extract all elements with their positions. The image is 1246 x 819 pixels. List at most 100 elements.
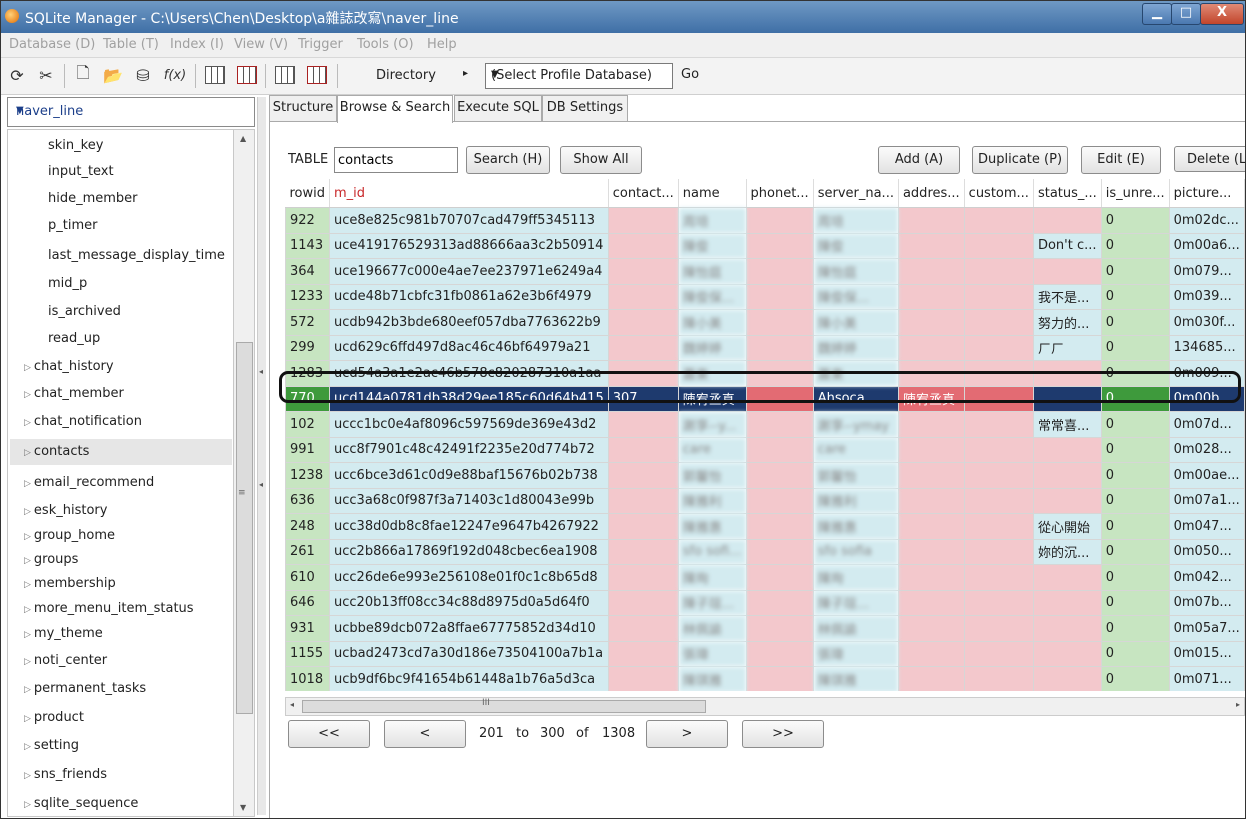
cell-picture[interactable]: 0m042... xyxy=(1168,564,1245,591)
tree-column-item[interactable]: hide_member xyxy=(48,191,138,206)
cell-p[interactable]: /( xyxy=(1243,487,1245,514)
cell-name[interactable]: 張瑋 xyxy=(677,640,747,667)
maximize-button[interactable]: □ xyxy=(1171,3,1201,25)
cell-phonet[interactable] xyxy=(745,487,814,514)
cell-server[interactable]: 林佩諭 xyxy=(812,615,899,642)
cell-phonet[interactable] xyxy=(745,207,814,234)
menu-view[interactable]: View (V) xyxy=(234,37,288,52)
cell-name[interactable]: 陳俊 xyxy=(677,232,747,259)
table-row[interactable]: 102 uccc1bc0e4af8096c597569de369e43d2 謝享--… xyxy=(285,411,1245,438)
cell-p[interactable]: /( xyxy=(1243,589,1245,616)
cell-server[interactable]: 陳雅利 xyxy=(812,487,899,514)
menu-tools[interactable]: Tools (O) xyxy=(357,37,414,52)
tab-structure[interactable]: Structure xyxy=(269,95,337,121)
add-button[interactable]: Add (A) xyxy=(878,146,960,174)
table-row[interactable]: 646 ucc20b13ff08cc34c88d8975d0a5d64f0 陳子瑄.… xyxy=(285,589,1245,616)
first-page-button[interactable]: << xyxy=(288,720,370,748)
cell-contact[interactable] xyxy=(607,207,679,234)
directory-arrow-icon[interactable]: ▸ xyxy=(463,68,468,79)
cell-custom[interactable] xyxy=(963,666,1034,691)
cell-rowid[interactable]: 646 xyxy=(285,589,331,616)
cell-rowid[interactable]: 1238 xyxy=(285,462,331,489)
minimize-button[interactable]: ▁ xyxy=(1142,3,1172,25)
cell-p[interactable]: /( xyxy=(1243,283,1245,310)
menu-help[interactable]: Help xyxy=(427,37,457,52)
cell-status[interactable] xyxy=(1032,385,1102,412)
cell-contact[interactable] xyxy=(607,309,679,336)
cell-addr[interactable] xyxy=(897,666,965,691)
tools-icon[interactable]: ✂ xyxy=(34,63,58,87)
cell-phonet[interactable] xyxy=(745,589,814,616)
cell-addr[interactable] xyxy=(897,232,965,259)
cell-unread[interactable]: 0 xyxy=(1100,615,1170,642)
cell-m_id[interactable]: ucd144a0781db38d29ee185c60d64b415 xyxy=(329,385,609,412)
cell-server[interactable]: 周培 xyxy=(812,207,899,234)
cell-picture[interactable]: 0m050... xyxy=(1168,538,1245,565)
cell-rowid[interactable]: 991 xyxy=(285,436,331,463)
cell-unread[interactable]: 0 xyxy=(1100,462,1170,489)
cell-m_id[interactable]: ucc6bce3d61c0d9e88baf15676b02b738 xyxy=(329,462,609,489)
new-database-icon[interactable]: 🗋 xyxy=(71,63,95,87)
duplicate-button[interactable]: Duplicate (P) xyxy=(972,146,1068,174)
cell-addr[interactable] xyxy=(897,462,965,489)
scroll-left-icon[interactable]: ◂ xyxy=(290,700,294,709)
show-all-button[interactable]: Show All xyxy=(560,146,642,174)
cell-phonet[interactable] xyxy=(745,334,814,361)
cell-rowid[interactable]: 261 xyxy=(285,538,331,565)
cell-p[interactable]: /( xyxy=(1243,309,1245,336)
create-table-icon[interactable] xyxy=(203,63,227,87)
cell-rowid[interactable]: 1233 xyxy=(285,283,331,310)
tree-table-item[interactable]: ▷ setting xyxy=(24,738,79,753)
cell-server[interactable]: 陳子瑄... xyxy=(812,589,899,616)
table-name-input[interactable] xyxy=(338,150,454,170)
cell-picture[interactable]: 0m00a6... xyxy=(1168,232,1245,259)
cell-phonet[interactable] xyxy=(745,513,814,540)
cell-custom[interactable] xyxy=(963,207,1034,234)
tree-column-item[interactable]: input_text xyxy=(48,164,114,179)
cell-addr[interactable] xyxy=(897,207,965,234)
cell-unread[interactable]: 0 xyxy=(1100,309,1170,336)
cell-p[interactable]: /( xyxy=(1243,615,1245,642)
cell-unread[interactable]: 0 xyxy=(1100,589,1170,616)
cell-contact[interactable]: 307 xyxy=(607,385,679,412)
drop-index-icon[interactable] xyxy=(305,63,329,87)
tree-table-item[interactable]: ▷ chat_member xyxy=(24,386,124,401)
cell-m_id[interactable]: ucbbe89dcb072a8ffae67775852d34d10 xyxy=(329,615,609,642)
tree-table-item[interactable]: ▷ noti_center xyxy=(24,653,107,668)
cell-m_id[interactable]: uce8e825c981b70707cad479ff5345113 xyxy=(329,207,609,234)
cell-name[interactable]: 陳宥丞真 xyxy=(677,385,747,412)
cell-p[interactable]: /( xyxy=(1243,360,1245,387)
cell-picture[interactable]: 0m028... xyxy=(1168,436,1245,463)
menu-trigger[interactable]: Trigger xyxy=(298,37,343,52)
cell-m_id[interactable]: ucb9df6bc9f41654b61448a1b76a5d3ca xyxy=(329,666,609,691)
cell-server[interactable]: care xyxy=(812,436,899,463)
table-row[interactable]: 770 ucd144a0781db38d29ee185c60d64b415 307 陳… xyxy=(285,385,1245,412)
cell-phonet[interactable] xyxy=(745,411,814,438)
cell-phonet[interactable] xyxy=(745,232,814,259)
cell-picture[interactable]: 0m047... xyxy=(1168,513,1245,540)
tree-column-item[interactable]: skin_key xyxy=(48,138,103,153)
tree-column-item[interactable]: mid_p xyxy=(48,276,87,291)
tree-table-item[interactable]: ▷ group_home xyxy=(24,528,115,543)
cell-p[interactable]: /( xyxy=(1243,207,1245,234)
table-row[interactable]: 1155 ucbad2473cd7a30d186e73504100a7b1a 張瑋 張… xyxy=(285,640,1245,667)
open-database-icon[interactable]: 📂 xyxy=(101,63,125,87)
cell-rowid[interactable]: 299 xyxy=(285,334,331,361)
cell-server[interactable]: 陳小美 xyxy=(812,309,899,336)
database-select[interactable]: naver_line ▼ xyxy=(7,97,255,127)
tree-table-item[interactable]: ▷ sns_friends xyxy=(24,767,107,782)
cell-name[interactable]: 陳俊保... xyxy=(677,283,747,310)
cell-custom[interactable] xyxy=(963,589,1034,616)
cell-phonet[interactable] xyxy=(745,564,814,591)
search-button[interactable]: Search (H) xyxy=(466,146,550,174)
cell-p[interactable]: /( xyxy=(1243,640,1245,667)
cell-contact[interactable] xyxy=(607,640,679,667)
cell-addr[interactable] xyxy=(897,283,965,310)
cell-m_id[interactable]: ucc3a68c0f987f3a71403c1d80043e99b xyxy=(329,487,609,514)
menu-database[interactable]: Database (D) xyxy=(9,37,95,52)
tree-table-item[interactable]: ▷ chat_notification xyxy=(24,414,142,429)
tree-scrollbar[interactable]: ▲ ≡ ▼ xyxy=(233,129,255,817)
cell-phonet[interactable] xyxy=(745,640,814,667)
tree-table-item-selected[interactable]: ▷ contacts xyxy=(10,439,232,465)
cell-m_id[interactable]: ucc8f7901c48c42491f2235e20d774b72 xyxy=(329,436,609,463)
